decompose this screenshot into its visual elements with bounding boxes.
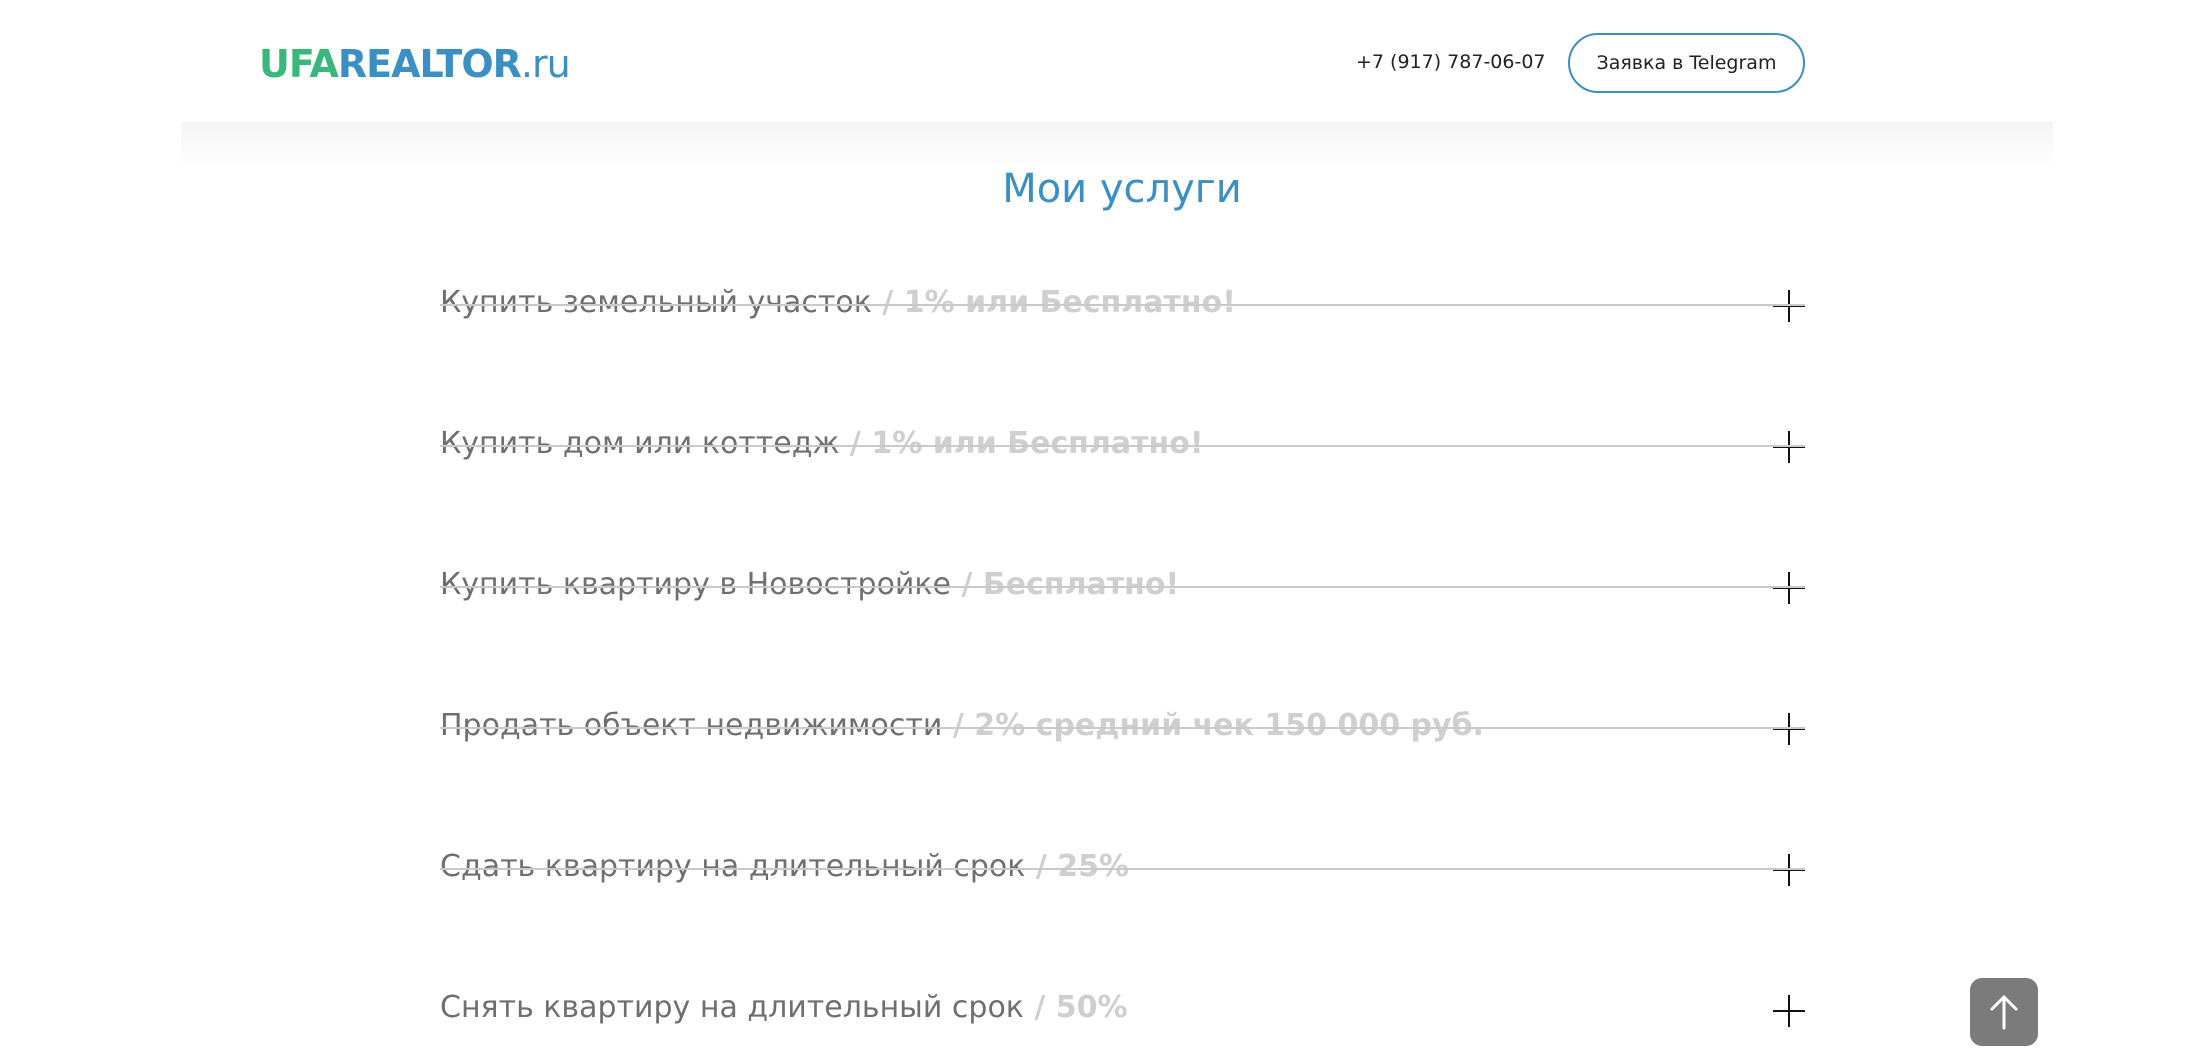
service-item-buy-house[interactable]: Купить дом или коттедж / 1% или Бесплатн… <box>440 306 1805 463</box>
logo-realtor: REALTOR <box>337 42 522 86</box>
logo-ufa: UFA <box>259 42 339 86</box>
plus-icon[interactable] <box>1773 995 1805 1027</box>
logo-domain: .ru <box>520 42 571 86</box>
service-item-rent-out-apartment[interactable]: Сдать квартиру на длительный срок / 25% <box>440 729 1805 886</box>
service-title: Снять квартиру на длительный срок / 50% <box>440 988 1128 1028</box>
service-item-rent-apartment[interactable]: Снять квартиру на длительный срок / 50% <box>440 870 1805 1027</box>
phone-link[interactable]: +7 (917) 787-06-07 <box>1356 49 1546 75</box>
scroll-to-top-button[interactable] <box>1970 978 2038 1046</box>
service-item-buy-land[interactable]: Купить земельный участок / 1% или Беспла… <box>440 165 1805 322</box>
service-price: / 50% <box>1023 990 1128 1025</box>
page: UFAREALTOR.ru +7 (917) 787-06-07 Заявка … <box>0 0 2208 1056</box>
telegram-request-button[interactable]: Заявка в Telegram <box>1568 33 1805 93</box>
service-name: Снять квартиру на длительный срок <box>440 990 1024 1025</box>
arrow-up-icon <box>1990 995 2018 1030</box>
service-item-sell-property[interactable]: Продать объект недвижимости / 2% средний… <box>440 588 1805 745</box>
service-item-buy-new-apartment[interactable]: Купить квартиру в Новостройке / Бесплатн… <box>440 447 1805 604</box>
site-logo[interactable]: UFAREALTOR.ru <box>259 40 571 88</box>
